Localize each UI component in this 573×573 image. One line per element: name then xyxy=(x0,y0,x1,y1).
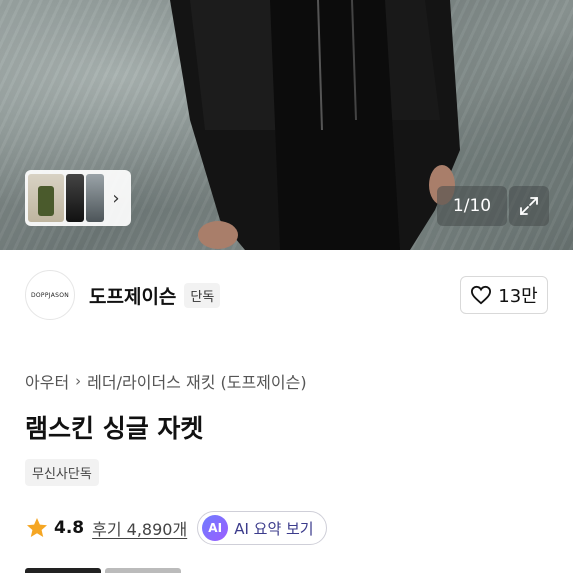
color-swatch[interactable] xyxy=(25,568,101,573)
color-swatch[interactable] xyxy=(105,568,181,573)
reviews-link[interactable]: 후기 4,890개 xyxy=(92,516,187,540)
like-count: 13만 xyxy=(498,286,538,307)
heart-icon xyxy=(471,285,492,305)
brand-logo[interactable]: DOPPJASON xyxy=(25,270,75,320)
product-title: 램스킨 싱글 자켓 xyxy=(25,414,204,443)
thumbnail-2[interactable] xyxy=(66,174,84,222)
breadcrumb-item[interactable]: 레더/라이더스 재킷 (도프제이슨) xyxy=(87,369,306,393)
brand-row: DOPPJASON 도프제이슨 단독 13만 xyxy=(25,268,548,322)
exclusive-tag: 무신사단독 xyxy=(25,459,99,486)
star-icon xyxy=(27,518,47,537)
brand-logo-text: DOPPJASON xyxy=(30,291,70,299)
thumbnail-1[interactable] xyxy=(28,174,64,222)
brand-name[interactable]: 도프제이슨 xyxy=(89,282,176,309)
model-figure xyxy=(170,0,460,250)
thumbnail-strip[interactable]: › xyxy=(25,170,131,226)
expand-button[interactable] xyxy=(509,186,549,226)
rating-row: 4.8 후기 4,890개 AI AI 요약 보기 xyxy=(25,511,327,545)
product-image[interactable]: › 1/10 xyxy=(0,0,573,250)
rating-score: 4.8 xyxy=(54,518,85,538)
chevron-right-icon: › xyxy=(75,372,82,390)
thumbnail-3[interactable] xyxy=(86,174,104,222)
chevron-right-icon[interactable]: › xyxy=(106,188,126,209)
expand-icon xyxy=(520,197,538,215)
ai-summary-label: AI 요약 보기 xyxy=(234,519,314,538)
exclusive-badge: 단독 xyxy=(184,282,221,308)
breadcrumb-item[interactable]: 아우터 xyxy=(25,369,69,393)
like-button[interactable]: 13만 xyxy=(460,276,548,314)
ai-badge-icon: AI xyxy=(202,515,229,541)
image-pager: 1/10 xyxy=(437,186,507,226)
ai-summary-button[interactable]: AI AI 요약 보기 xyxy=(197,511,327,545)
breadcrumb: 아우터 › 레더/라이더스 재킷 (도프제이슨) xyxy=(25,369,307,393)
color-swatch-row xyxy=(25,568,181,573)
